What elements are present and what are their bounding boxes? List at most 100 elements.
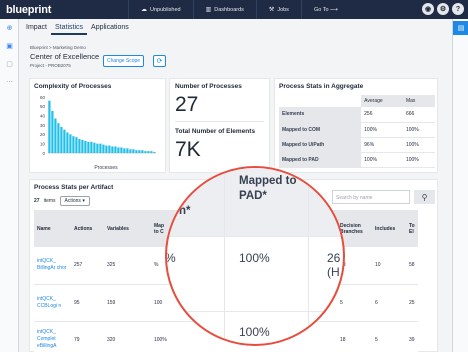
cube-icon[interactable]: ▣: [0, 37, 19, 55]
complexity-bar[interactable]: [129, 149, 132, 153]
complexity-bar[interactable]: [141, 150, 144, 153]
items-count: 27: [34, 198, 40, 204]
complexity-bar[interactable]: [60, 126, 63, 153]
complexity-bar[interactable]: [84, 140, 87, 153]
search-input[interactable]: Search by name: [332, 190, 410, 204]
complexity-bar[interactable]: [81, 139, 84, 153]
col-header[interactable]: Variables: [104, 210, 151, 247]
globe-icon[interactable]: ⊕: [0, 19, 19, 37]
elements-value: 7K: [175, 138, 201, 161]
nav-jobs[interactable]: ⚒ Jobs: [255, 0, 301, 19]
artifact-name-link[interactable]: intQCK_ Complet eBillingA: [34, 321, 71, 352]
processes-label: Number of Processes: [175, 83, 242, 90]
nav-goto[interactable]: Go To ⟶: [300, 0, 350, 19]
nav-dashboards[interactable]: ▥ Dashboards: [192, 0, 256, 19]
complexity-bar[interactable]: [147, 151, 150, 153]
nav-goto-label: Go To ⟶: [313, 6, 338, 13]
complexity-bar[interactable]: [114, 146, 117, 153]
complexity-bar[interactable]: [153, 152, 156, 153]
aggregate-cell: 100%: [402, 152, 435, 168]
complexity-bar[interactable]: [120, 147, 123, 153]
tab-statistics[interactable]: Statistics: [51, 22, 88, 35]
complexity-bar[interactable]: [69, 134, 72, 153]
aggregate-cell: 100%: [361, 122, 403, 138]
left-rail: ⊕ ▣ ▢ ⋯: [0, 19, 19, 352]
complexity-bar[interactable]: [87, 141, 90, 153]
complexity-bar[interactable]: [48, 100, 51, 153]
aggregate-cell: 256: [361, 107, 403, 123]
magnifier-overlay: h* Mapped to PAD* % 100% 26 (H 100%: [165, 166, 345, 346]
artifact-name-link[interactable]: intQCK_ BillingAr chor: [34, 247, 71, 285]
y-tick-label: 60: [40, 95, 46, 100]
table-cell: 320: [104, 321, 151, 352]
actions-dropdown[interactable]: Actions ▾: [59, 196, 90, 206]
table-cell: 325: [104, 247, 151, 285]
complexity-bar[interactable]: [108, 145, 111, 153]
settings-icon[interactable]: ⚙: [437, 3, 449, 15]
top-bar: blueprint ☁ Unpublished ▥ Dashboards ⚒ Jobs…: [0, 0, 468, 19]
table-cell: 39: [406, 321, 418, 352]
complexity-bar[interactable]: [135, 150, 138, 153]
complexity-bar[interactable]: [78, 139, 81, 153]
processes-value: 27: [175, 93, 199, 116]
brand-logo[interactable]: blueprint: [6, 4, 51, 16]
aggregate-header: [279, 95, 362, 107]
change-scope-button[interactable]: Change Scope: [103, 55, 145, 67]
complexity-bar[interactable]: [132, 149, 135, 153]
tab-impact[interactable]: Impact: [22, 22, 51, 35]
aggregate-cell: 100%: [361, 152, 403, 168]
complexity-bar[interactable]: [54, 118, 57, 153]
complexity-bar[interactable]: [102, 144, 105, 153]
complexity-bar[interactable]: [138, 150, 141, 153]
tab-applications[interactable]: Applications: [87, 22, 133, 35]
col-header[interactable]: Includes: [372, 210, 406, 247]
complexity-bar[interactable]: [93, 142, 96, 153]
complexity-bar[interactable]: [96, 143, 99, 153]
aggregate-header-row: Average Max: [279, 95, 435, 107]
artifact-name-link[interactable]: intQCK_ CCBLogi n: [34, 284, 71, 322]
aggregate-cell: 666: [402, 107, 435, 123]
complexity-bar[interactable]: [63, 129, 66, 153]
complexity-bar[interactable]: [90, 141, 93, 153]
nav-unpublished[interactable]: ☁ Unpublished: [128, 0, 193, 19]
dashboard-icon: ▥: [205, 7, 212, 13]
complexity-bar[interactable]: [66, 132, 69, 153]
panel-icon[interactable]: ▤: [453, 21, 468, 35]
col-header[interactable]: Actions: [71, 210, 104, 247]
table-cell: 95: [71, 284, 104, 322]
nav-dashboards-label: Dashboards: [214, 6, 244, 13]
nav-unpublished-label: Unpublished: [150, 6, 181, 13]
complexity-bar[interactable]: [123, 148, 126, 153]
more-icon[interactable]: ⋯: [0, 73, 19, 91]
aggregate-row-label: Elements: [279, 107, 362, 123]
items-row: 27 items Actions ▾: [34, 196, 90, 206]
complexity-bar[interactable]: [144, 151, 147, 153]
complexity-bar[interactable]: [57, 123, 60, 153]
magnifier-cell: %: [165, 251, 176, 265]
complexity-bar[interactable]: [111, 146, 114, 153]
complexity-bar[interactable]: [75, 137, 78, 153]
complexity-bar[interactable]: [126, 148, 129, 153]
processes-card: Number of Processes 27 Total Number of E…: [169, 78, 270, 173]
table-cell: 79: [71, 321, 104, 352]
complexity-bar[interactable]: [72, 136, 75, 153]
col-header[interactable]: Name: [34, 210, 71, 247]
magnifier-cell: 26 (H: [327, 251, 341, 279]
complexity-bar[interactable]: [117, 147, 120, 153]
complexity-bar[interactable]: [105, 145, 108, 153]
complexity-bar[interactable]: [51, 111, 54, 153]
complexity-chart: 60 50 40 30 20 10 0 Processes: [40, 95, 156, 171]
search-icon[interactable]: ⚲: [414, 190, 435, 204]
document-icon[interactable]: ▢: [0, 55, 19, 73]
col-header[interactable]: To El: [406, 210, 418, 247]
aggregate-title: Process Stats in Aggregate: [279, 83, 364, 90]
complexity-bar[interactable]: [99, 143, 102, 153]
help-icon[interactable]: ?: [452, 3, 464, 15]
refresh-icon[interactable]: ⟳: [153, 55, 166, 67]
elements-label: Total Number of Elements: [175, 128, 256, 135]
magnifier-cell: 100%: [239, 251, 270, 265]
avatar[interactable]: ◉: [422, 3, 434, 15]
actions-label: Actions: [64, 198, 81, 204]
complexity-bar[interactable]: [150, 151, 153, 153]
breadcrumb[interactable]: Blueprint > Marketing Demo: [30, 45, 86, 50]
